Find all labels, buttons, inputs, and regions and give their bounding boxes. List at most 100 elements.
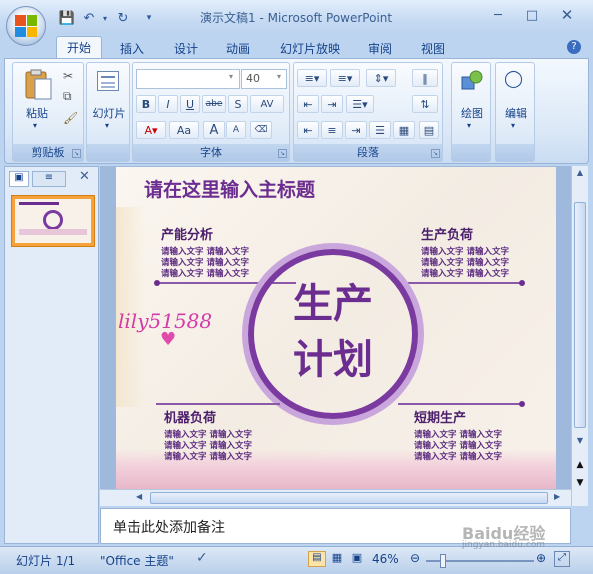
zoom-level[interactable]: 46% <box>372 552 399 566</box>
section-body-machine-load[interactable]: 请输入文字 请输入文字 请输入文字 请输入文字 请输入文字 请输入文字 <box>164 430 252 463</box>
section-title-machine-load[interactable]: 机器负荷 <box>164 407 216 426</box>
section-title-capacity[interactable]: 产能分析 <box>161 224 213 243</box>
slide-thumbnail[interactable] <box>11 195 95 247</box>
paste-icon[interactable] <box>23 69 53 101</box>
columns-icon[interactable]: ☰▾ <box>346 95 374 113</box>
scroll-up-icon[interactable]: ▲ <box>574 168 586 180</box>
cut-icon[interactable]: ✂ <box>63 69 73 83</box>
tab-animation[interactable]: 动画 <box>216 38 260 58</box>
tab-slideshow[interactable]: 幻灯片放映 <box>270 38 350 58</box>
redo-icon[interactable]: ↻ <box>114 9 132 27</box>
shadow-button[interactable]: S <box>228 95 248 113</box>
zoom-slider-thumb[interactable] <box>440 554 446 568</box>
align-text-icon[interactable]: ⇅ <box>412 95 438 113</box>
slide-sorter-icon[interactable]: ▦ <box>328 551 346 567</box>
next-slide-icon[interactable]: ▼ <box>574 478 586 488</box>
slideshow-view-icon[interactable]: ▣ <box>348 551 366 567</box>
editing-dropdown-icon[interactable]: ▾ <box>511 121 515 130</box>
office-button[interactable] <box>6 6 46 46</box>
help-icon[interactable]: ? <box>567 40 581 54</box>
fit-to-window-icon[interactable]: ⤢ <box>554 551 570 567</box>
clear-formatting-icon[interactable]: ⌫ <box>250 121 272 139</box>
justify-icon[interactable]: ☰ <box>369 121 391 139</box>
new-slide-dropdown-icon[interactable]: ▾ <box>105 121 109 130</box>
section-title-production-load[interactable]: 生产负荷 <box>421 224 473 243</box>
bold-button[interactable]: B <box>136 95 156 113</box>
align-right-icon[interactable]: ⇥ <box>345 121 367 139</box>
slide-canvas[interactable]: 请在这里输入主标题 产能分析 请输入文字 请输入文字 请输入文字 请输入文字 请… <box>116 167 556 489</box>
save-icon[interactable]: 💾 <box>58 9 76 27</box>
paste-dropdown-icon[interactable]: ▾ <box>33 121 37 130</box>
tab-insert[interactable]: 插入 <box>110 38 154 58</box>
smartart-icon[interactable]: ▤ <box>419 121 439 139</box>
zoom-in-icon[interactable]: ⊕ <box>536 551 546 565</box>
drawing-dropdown-icon[interactable]: ▾ <box>467 121 471 130</box>
font-name-combo[interactable] <box>136 69 240 89</box>
slides-pane: ▣ ≡ ✕ 1 <box>4 166 99 544</box>
new-slide-icon[interactable] <box>97 71 119 91</box>
spell-check-icon[interactable]: ✓ <box>196 550 208 566</box>
outline-tab-icon[interactable]: ≡ <box>32 171 66 187</box>
center-title-line1[interactable]: 生产 <box>248 279 418 329</box>
close-pane-icon[interactable]: ✕ <box>79 169 90 184</box>
decrease-indent-icon[interactable]: ⇤ <box>297 95 319 113</box>
section-body-production-load[interactable]: 请输入文字 请输入文字 请输入文字 请输入文字 请输入文字 请输入文字 <box>421 247 509 280</box>
editing-button[interactable]: 编辑 <box>498 105 534 121</box>
char-spacing-button[interactable]: AV <box>250 95 284 113</box>
strikethrough-button[interactable]: abe <box>202 95 226 113</box>
scroll-right-icon[interactable]: ▶ <box>554 492 566 501</box>
font-color-button[interactable]: A▾ <box>136 121 166 139</box>
paste-button[interactable]: 粘贴 <box>21 105 53 121</box>
section-body-capacity[interactable]: 请输入文字 请输入文字 请输入文字 请输入文字 请输入文字 请输入文字 <box>161 247 249 280</box>
format-painter-icon[interactable]: 🖌 <box>63 111 78 125</box>
change-case-button[interactable]: Aa <box>169 121 199 139</box>
section-body-short-term[interactable]: 请输入文字 请输入文字 请输入文字 请输入文字 请输入文字 请输入文字 <box>414 430 502 463</box>
align-center-icon[interactable]: ≡ <box>321 121 343 139</box>
scroll-left-icon[interactable]: ◀ <box>136 492 148 501</box>
shapes-icon[interactable] <box>460 69 484 91</box>
minimize-icon[interactable]: ─ <box>487 6 509 24</box>
clipboard-expand-icon[interactable]: ↘ <box>72 149 81 158</box>
copy-icon[interactable]: ⧉ <box>63 89 72 104</box>
vertical-scrollbar[interactable]: ▲ ▼ ▲ ▼ <box>571 166 588 506</box>
font-size-dropdown-icon[interactable]: ▾ <box>277 72 281 81</box>
drawing-button[interactable]: 绘图 <box>454 105 490 121</box>
undo-dropdown-icon[interactable]: ▾ <box>96 9 114 27</box>
previous-slide-icon[interactable]: ▲ <box>574 460 586 470</box>
maximize-icon[interactable]: □ <box>521 6 543 24</box>
underline-button[interactable]: U <box>180 95 200 113</box>
tab-home[interactable]: 开始 <box>56 36 103 59</box>
paragraph-expand-icon[interactable]: ↘ <box>431 149 440 158</box>
customize-toolbar-icon[interactable]: ▾ <box>140 9 158 27</box>
horizontal-scrollbar[interactable]: ◀ ▶ <box>100 489 571 506</box>
font-expand-icon[interactable]: ↘ <box>278 149 287 158</box>
grow-font-button[interactable]: A <box>203 121 225 139</box>
shrink-font-button[interactable]: A <box>226 121 246 139</box>
text-direction-icon[interactable]: ‖ <box>412 69 438 87</box>
tab-view[interactable]: 视图 <box>411 38 455 58</box>
slide-main-title[interactable]: 请在这里输入主标题 <box>144 175 315 202</box>
center-title-line2[interactable]: 计划 <box>248 335 418 385</box>
font-group: ▾ 40 ▾ B I U abe S AV A▾ Aa A A ⌫ 字体 ↘ <box>132 62 290 162</box>
font-name-dropdown-icon[interactable]: ▾ <box>229 72 233 81</box>
scroll-down-icon[interactable]: ▼ <box>574 436 586 445</box>
new-slide-button[interactable]: 幻灯片 <box>89 105 129 121</box>
distribute-icon[interactable]: ▦ <box>393 121 415 139</box>
tab-review[interactable]: 审阅 <box>358 38 402 58</box>
zoom-out-icon[interactable]: ⊖ <box>410 551 420 565</box>
slides-tab-icon[interactable]: ▣ <box>9 171 29 187</box>
line-spacing-icon[interactable]: ⇕▾ <box>366 69 396 87</box>
numbering-icon[interactable]: ≡▾ <box>330 69 360 87</box>
increase-indent-icon[interactable]: ⇥ <box>321 95 343 113</box>
horizontal-scroll-thumb[interactable] <box>150 492 548 504</box>
binoculars-icon[interactable]: ◯ <box>504 69 523 89</box>
close-icon[interactable]: ✕ <box>556 6 578 24</box>
normal-view-icon[interactable]: ▤ <box>308 551 326 567</box>
align-left-icon[interactable]: ⇤ <box>297 121 319 139</box>
tab-design[interactable]: 设计 <box>164 38 208 58</box>
section-title-short-term[interactable]: 短期生产 <box>414 407 466 426</box>
text-line: 请输入文字 请输入文字 <box>164 430 252 440</box>
bullets-icon[interactable]: ≡▾ <box>297 69 327 87</box>
italic-button[interactable]: I <box>158 95 178 113</box>
vertical-scroll-thumb[interactable] <box>574 202 586 428</box>
